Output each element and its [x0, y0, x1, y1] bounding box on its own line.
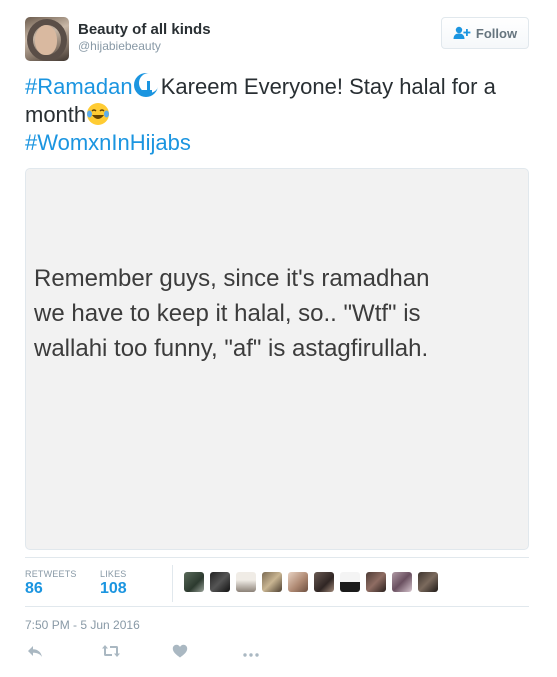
hashtag-ramadan[interactable]: #Ramadan [25, 74, 133, 99]
retweets-count[interactable]: 86 [25, 580, 43, 598]
more-button[interactable] [237, 641, 265, 665]
stats-separator [172, 565, 173, 602]
liker-avatar[interactable] [288, 572, 308, 592]
liker-avatar[interactable] [210, 572, 230, 592]
likes-count[interactable]: 108 [100, 580, 127, 598]
reply-button[interactable] [21, 641, 49, 665]
tweet-text: #Ramadan Kareem Everyone! Stay halal for… [25, 72, 535, 157]
tweet-header: Beauty of all kinds @hijabiebeauty Follo… [25, 17, 529, 63]
tweet-media-image[interactable]: Remember guys, since it's ramadhan we ha… [25, 168, 529, 550]
crescent-moon-mosque-emoji [133, 72, 159, 97]
follow-button[interactable]: Follow [441, 17, 529, 49]
hashtag-womxninhijabs[interactable]: #WomxnInHijabs [25, 130, 191, 155]
retweet-icon [101, 644, 121, 663]
media-line-1: Remember guys, since it's ramadhan [34, 265, 430, 292]
media-line-2: we have to keep it halal, so.. "Wtf" is [34, 300, 421, 327]
liker-avatar[interactable] [314, 572, 334, 592]
liker-avatar[interactable] [340, 572, 360, 592]
stats-top-divider [25, 557, 529, 558]
stats-bottom-divider [25, 606, 529, 607]
like-heart-icon [172, 644, 188, 663]
tears-of-joy-emoji [86, 102, 110, 125]
tweet-timestamp[interactable]: 7:50 PM - 5 Jun 2016 [25, 618, 140, 632]
reply-icon [27, 644, 43, 663]
liker-avatar[interactable] [392, 572, 412, 592]
liker-avatar[interactable] [366, 572, 386, 592]
user-name[interactable]: Beauty of all kinds [78, 21, 211, 38]
likes-label: LIKES [100, 569, 127, 579]
liker-avatar[interactable] [262, 572, 282, 592]
liker-avatar[interactable] [236, 572, 256, 592]
like-button[interactable] [166, 641, 194, 665]
user-handle[interactable]: @hijabiebeauty [78, 39, 161, 53]
add-user-icon [453, 26, 471, 40]
avatar[interactable] [25, 17, 69, 61]
retweets-label: RETWEETS [25, 569, 77, 579]
media-text: Remember guys, since it's ramadhan we ha… [34, 261, 524, 366]
liker-avatar[interactable] [184, 572, 204, 592]
follow-button-label: Follow [475, 25, 518, 41]
liker-avatar[interactable] [418, 572, 438, 592]
media-line-3: wallahi too funny, "af" is astagfirullah… [34, 335, 429, 362]
more-dots-icon [243, 644, 259, 662]
retweet-button[interactable] [97, 641, 125, 665]
liker-avatars [184, 572, 438, 592]
